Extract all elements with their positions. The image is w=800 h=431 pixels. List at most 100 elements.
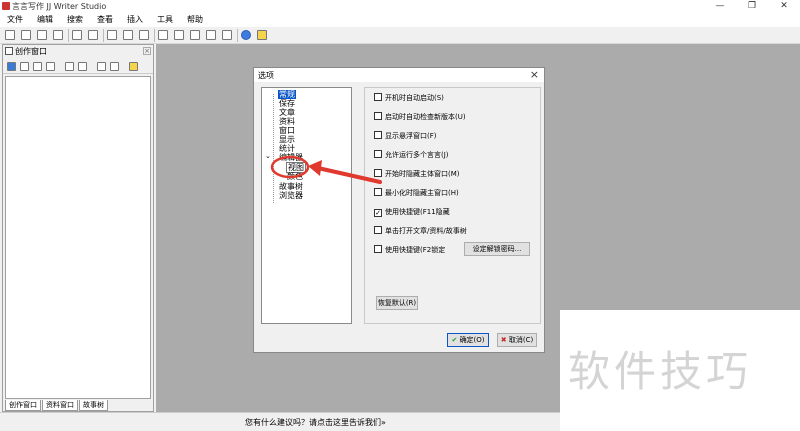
maximize-button[interactable]: ❐ [736, 0, 768, 13]
checkbox[interactable] [374, 226, 382, 234]
tab-creation-window[interactable]: 创作窗口 [5, 400, 41, 411]
tree-item-general[interactable]: 常规 [278, 90, 296, 99]
move-up-icon[interactable] [97, 62, 106, 71]
option-multi-instance[interactable]: 允许运行多个言言(J) [374, 150, 449, 160]
checkbox-checked[interactable]: ✓ [374, 209, 382, 217]
option-floating-window[interactable]: 显示悬浮窗口(F) [374, 131, 437, 141]
window-title: 言言写作 JJ Writer Studio [12, 2, 107, 11]
toolbar-separator [154, 29, 155, 42]
option-label: 使用快捷键(F11隐藏 [385, 208, 450, 216]
tab-material-window[interactable]: 资料窗口 [42, 400, 78, 411]
menu-edit[interactable]: 编辑 [30, 13, 60, 27]
tree-item-article[interactable]: 文章 [279, 108, 295, 117]
option-single-click-open[interactable]: 单击打开文章/资料/故事树 [374, 226, 467, 236]
options-panel: 开机时自动启动(S) 启动时自动检查新版本(U) 显示悬浮窗口(F) 允许运行多… [364, 87, 541, 324]
toolbar-separator [68, 29, 69, 42]
tree-item-save[interactable]: 保存 [279, 99, 295, 108]
restore-default-button[interactable]: 恢复默认(R) [376, 296, 418, 310]
refresh-icon[interactable] [78, 62, 87, 71]
minimize-button[interactable]: — [704, 0, 736, 13]
window-titlebar: 言言写作 JJ Writer Studio — ❐ ✕ [0, 0, 800, 13]
ok-check-icon: ✔ [451, 336, 458, 344]
option-label: 开机时自动启动(S) [385, 94, 444, 102]
option-hide-on-minimize[interactable]: 最小化时隐藏主窗口(H) [374, 188, 459, 198]
cancel-button[interactable]: ✖ 取消(C) [497, 333, 537, 347]
close-icon[interactable]: × [143, 47, 151, 55]
properties-icon[interactable] [65, 62, 74, 71]
save-all-icon[interactable] [21, 30, 31, 40]
panel-tabs: 创作窗口 资料窗口 故事树 [5, 400, 109, 411]
cancel-x-icon: ✖ [500, 336, 507, 344]
checkbox[interactable] [374, 245, 382, 253]
redo-icon[interactable] [88, 30, 98, 40]
menu-view[interactable]: 查看 [90, 13, 120, 27]
delete-icon[interactable] [46, 62, 55, 71]
new-document-icon[interactable] [33, 62, 42, 71]
toolbar-separator [103, 29, 104, 42]
checkbox[interactable] [374, 150, 382, 158]
tree-item-editor[interactable]: 编辑器 [279, 153, 303, 162]
status-message[interactable]: 您有什么建议吗？请点击这里告诉我们» [245, 417, 386, 428]
checkbox[interactable] [374, 169, 382, 177]
chevron-down-icon[interactable]: ⌄ [265, 152, 271, 161]
option-label: 启动时自动检查新版本(U) [385, 113, 466, 121]
menu-tools[interactable]: 工具 [150, 13, 180, 27]
option-f2-lock[interactable]: 使用快捷键(F2锁定 [374, 245, 445, 255]
checkbox[interactable] [374, 93, 382, 101]
dialog-footer: ✔ 确定(O) ✖ 取消(C) [254, 330, 544, 352]
tree-item-display[interactable]: 显示 [279, 135, 295, 144]
tips-icon[interactable] [257, 30, 267, 40]
close-window-button[interactable]: ✕ [768, 0, 800, 13]
tree-item-browser[interactable]: 浏览器 [279, 191, 303, 200]
option-label: 显示悬浮窗口(F) [385, 132, 437, 140]
tree-item-story-tree[interactable]: 故事树 [279, 182, 303, 191]
indent-icon[interactable] [158, 30, 168, 40]
print-icon[interactable] [53, 30, 63, 40]
option-check-update[interactable]: 启动时自动检查新版本(U) [374, 112, 466, 122]
document-tree[interactable] [5, 76, 151, 399]
tree-item-statistics[interactable]: 统计 [279, 144, 295, 153]
checkbox[interactable] [374, 188, 382, 196]
menu-file[interactable]: 文件 [0, 13, 30, 27]
tree-item-window[interactable]: 窗口 [279, 126, 295, 135]
ok-label: 确定(O) [459, 336, 485, 344]
undo-icon[interactable] [72, 30, 82, 40]
cut-icon[interactable] [107, 30, 117, 40]
menu-insert[interactable]: 插入 [120, 13, 150, 27]
tab-story-tree[interactable]: 故事树 [79, 400, 108, 411]
checkbox[interactable] [374, 131, 382, 139]
lock-icon[interactable] [129, 62, 138, 71]
panel-toolbar [3, 59, 153, 74]
watermark-text: 软件技巧 [568, 347, 753, 396]
option-f11-hide[interactable]: ✓ 使用快捷键(F11隐藏 [374, 207, 450, 217]
toolbar-separator [237, 29, 238, 42]
menu-search[interactable]: 搜索 [60, 13, 90, 27]
new-folder-icon[interactable] [20, 62, 29, 71]
copy-icon[interactable] [123, 30, 133, 40]
book-icon[interactable] [7, 62, 16, 71]
dialog-title-bar: 选项 × [254, 68, 544, 82]
ok-button[interactable]: ✔ 确定(O) [447, 333, 489, 347]
tree-item-material[interactable]: 资料 [279, 117, 295, 126]
save-icon[interactable] [5, 30, 15, 40]
outdent-icon[interactable] [174, 30, 184, 40]
dialog-title: 选项 [258, 71, 274, 80]
replace-icon[interactable] [206, 30, 216, 40]
paste-icon[interactable] [139, 30, 149, 40]
window-controls: — ❐ ✕ [704, 0, 800, 13]
help-icon[interactable] [241, 30, 251, 40]
option-label: 单击打开文章/资料/故事树 [385, 227, 467, 235]
checkbox[interactable] [374, 112, 382, 120]
export-icon[interactable] [37, 30, 47, 40]
move-down-icon[interactable] [110, 62, 119, 71]
option-autostart[interactable]: 开机时自动启动(S) [374, 93, 444, 103]
tree-item-color[interactable]: 颜色 [287, 172, 303, 181]
menu-bar: 文件 编辑 搜索 查看 插入 工具 帮助 [0, 13, 800, 27]
find-icon[interactable] [190, 30, 200, 40]
menu-help[interactable]: 帮助 [180, 13, 210, 27]
dialog-close-icon[interactable]: × [530, 68, 539, 81]
set-password-button[interactable]: 设定解锁密码... [464, 242, 530, 256]
option-hide-main-on-start[interactable]: 开始时隐藏主体窗口(M) [374, 169, 460, 179]
option-label: 最小化时隐藏主窗口(H) [385, 189, 459, 197]
format-icon[interactable] [222, 30, 232, 40]
